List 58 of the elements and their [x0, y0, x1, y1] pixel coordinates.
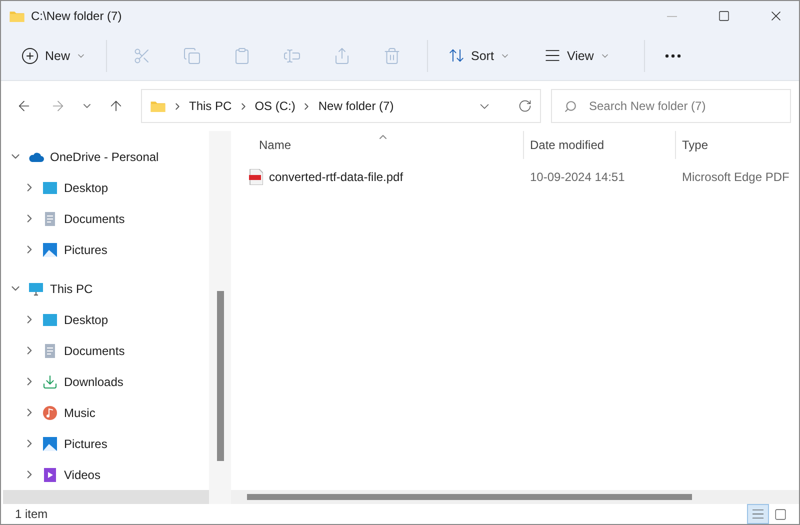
- type-cell-text: Microsoft Edge PDF: [681, 170, 790, 184]
- sidebar-item[interactable]: Documents: [64, 212, 125, 226]
- view-button[interactable]: View: [536, 38, 618, 72]
- document-icon: [42, 342, 58, 358]
- sidebar-item[interactable]: Music: [64, 406, 96, 420]
- sidebar-item[interactable]: Desktop: [64, 180, 108, 194]
- sidebar-item[interactable]: Documents: [64, 344, 125, 358]
- copy-icon: [183, 46, 202, 64]
- sidebar-item[interactable]: OneDrive - Personal: [50, 150, 159, 164]
- music-icon: [42, 404, 58, 420]
- more-icon: [664, 54, 681, 58]
- window-title: C:\New folder (7): [31, 9, 123, 23]
- plus-circle-icon: [21, 46, 39, 64]
- breadcrumb[interactable]: This PC: [189, 99, 232, 113]
- search-bar[interactable]: Search New folder (7): [551, 89, 791, 123]
- sidebar-item[interactable]: Pictures: [64, 436, 108, 450]
- column-header[interactable]: Name: [231, 131, 523, 159]
- breadcrumb[interactable]: OS (C:): [254, 99, 296, 113]
- share-icon: [333, 46, 352, 64]
- column-header[interactable]: Date modified: [523, 131, 675, 159]
- rename-icon: [283, 46, 302, 64]
- monitor-icon: [28, 280, 44, 296]
- desktop-icon: [42, 180, 58, 196]
- file-name[interactable]: converted-rtf-data-file.pdf: [269, 170, 404, 184]
- address-bar[interactable]: This PC OS (C:) New folder (7): [141, 89, 541, 123]
- details-view-button[interactable]: [747, 504, 769, 524]
- document-icon: [42, 210, 58, 226]
- pdf-file-icon: [249, 169, 263, 185]
- date-cell-text: 10-09-2024 14:51: [529, 170, 626, 184]
- sidebar-item[interactable]: This PC: [50, 282, 93, 296]
- desktop-icon: [42, 312, 58, 328]
- trash-icon: [383, 46, 402, 64]
- scrollbar-thumb[interactable]: [216, 291, 224, 461]
- maximize-icon: [718, 10, 730, 22]
- breadcrumb[interactable]: New folder (7): [318, 99, 394, 113]
- clipboard-icon: [233, 46, 252, 64]
- new-button[interactable]: New: [13, 38, 94, 72]
- sort-arrows-icon: [448, 47, 466, 64]
- search-icon: [564, 100, 577, 112]
- lines-icon: [544, 47, 561, 64]
- scrollbar-thumb[interactable]: [247, 494, 692, 500]
- square-icon: [774, 508, 786, 520]
- item-count: 1 item: [15, 507, 49, 521]
- folder-icon: [150, 100, 166, 112]
- download-icon: [42, 374, 58, 390]
- sidebar-item[interactable]: Videos: [64, 468, 100, 482]
- video-icon: [42, 466, 58, 482]
- column-header[interactable]: Type: [675, 131, 799, 159]
- sort-button[interactable]: Sort: [440, 38, 518, 72]
- picture-icon: [42, 242, 58, 258]
- sidebar-item[interactable]: Desktop: [64, 312, 108, 326]
- picture-icon: [42, 436, 58, 452]
- folder-icon: [9, 10, 25, 22]
- scissors-icon: [133, 46, 152, 64]
- refresh-icon: [518, 99, 532, 113]
- list-icon: [751, 507, 765, 521]
- sidebar-item[interactable]: Pictures: [64, 242, 108, 256]
- sidebar-item[interactable]: Downloads: [64, 374, 124, 388]
